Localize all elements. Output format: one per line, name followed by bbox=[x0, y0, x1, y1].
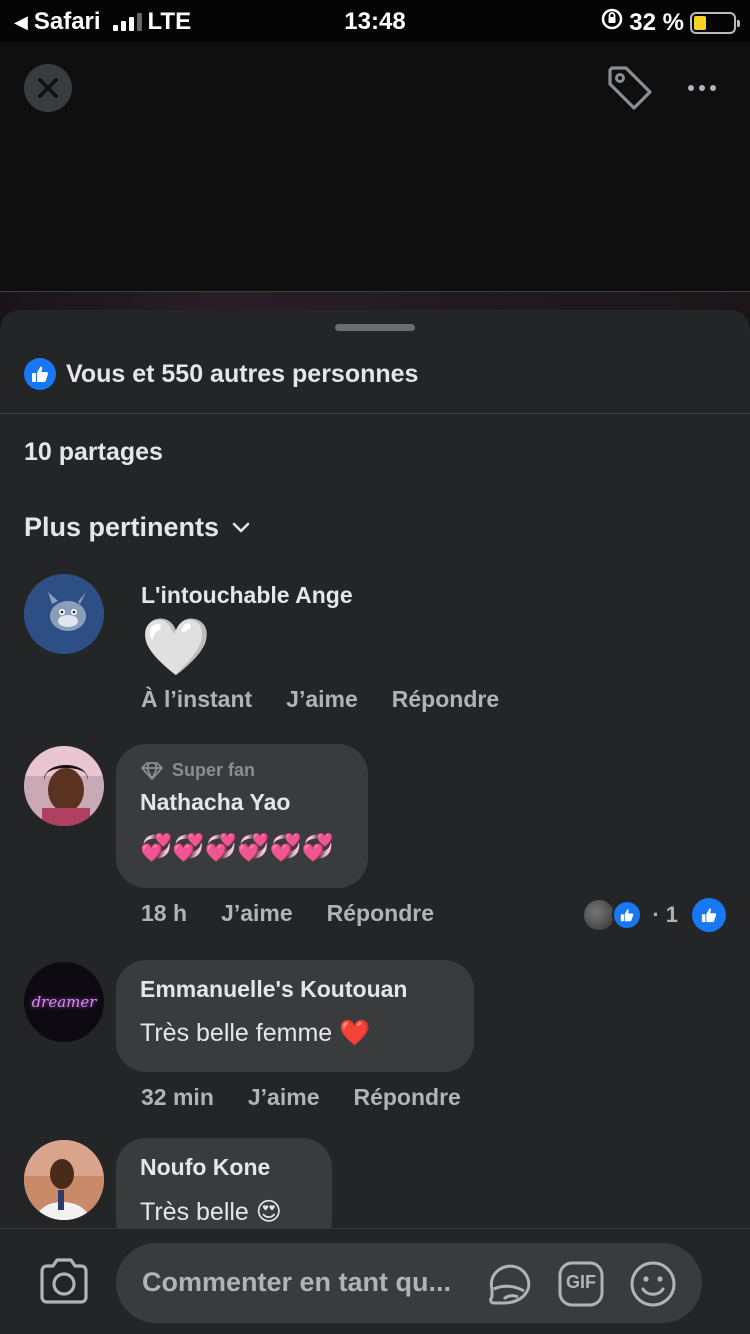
likes-text: Vous et 550 autres personnes bbox=[66, 359, 419, 388]
camera-button[interactable] bbox=[38, 1257, 90, 1305]
reactor-avatar bbox=[584, 900, 615, 930]
like-reaction-icon bbox=[24, 358, 56, 390]
comment-time: 32 min bbox=[141, 1084, 214, 1110]
battery-icon bbox=[690, 11, 740, 34]
status-bar: ◀ Safari LTE 13:48 32 % bbox=[0, 0, 750, 42]
reply-button[interactable]: Répondre bbox=[392, 686, 499, 713]
avatar[interactable] bbox=[24, 746, 104, 826]
avatar-sticker-button[interactable] bbox=[484, 1259, 534, 1309]
orientation-lock-icon bbox=[601, 8, 623, 37]
comment-text: 🤍 bbox=[141, 615, 211, 678]
comment-placeholder: Commenter en tant qu... bbox=[142, 1267, 452, 1297]
photo-viewer-header bbox=[0, 42, 750, 292]
comment-bubble[interactable]: Emmanuelle's Koutouan Très belle femme ❤… bbox=[116, 960, 474, 1072]
comment-time: 18 h bbox=[141, 900, 188, 926]
comment-actions: 18 h J’aime Répondre bbox=[141, 900, 434, 927]
like-button[interactable]: J’aime bbox=[286, 686, 358, 713]
drag-handle[interactable] bbox=[335, 324, 415, 331]
like-button[interactable]: J’aime bbox=[221, 900, 293, 927]
more-options-button[interactable] bbox=[680, 70, 724, 106]
badge-label: Super fan bbox=[172, 760, 256, 780]
reaction-count: · 1 bbox=[652, 902, 678, 927]
gif-button[interactable]: GIF bbox=[556, 1259, 606, 1309]
comment-author[interactable]: Emmanuelle's Koutouan bbox=[140, 976, 450, 1003]
status-right: 32 % bbox=[601, 8, 740, 37]
sort-selector[interactable]: Plus pertinents bbox=[24, 512, 251, 543]
comment-composer: Commenter en tant qu... GIF bbox=[0, 1228, 750, 1334]
close-button[interactable] bbox=[24, 64, 72, 112]
comment-text: Très belle femme ❤️ bbox=[140, 1019, 371, 1047]
like-button[interactable]: J’aime bbox=[248, 1084, 320, 1111]
dot-icon bbox=[710, 85, 716, 91]
emoji-button[interactable] bbox=[628, 1259, 678, 1309]
comment-time: À l’instant bbox=[141, 686, 253, 712]
comments-sheet: Vous et 550 autres personnes 10 partages… bbox=[0, 310, 750, 1334]
avatar[interactable] bbox=[24, 574, 104, 654]
comment-bubble[interactable]: Super fan Nathacha Yao 💞💞💞💞💞💞 bbox=[116, 744, 368, 888]
avatar-neon-text: dreamer bbox=[31, 993, 97, 1011]
comment-author[interactable]: Noufo Kone bbox=[140, 1154, 308, 1181]
chevron-down-icon bbox=[232, 522, 250, 532]
comment-input[interactable]: Commenter en tant qu... GIF bbox=[116, 1243, 702, 1323]
tag-button[interactable] bbox=[604, 62, 656, 114]
divider bbox=[0, 413, 750, 414]
comment-actions: À l’instant J’aime Répondre bbox=[141, 686, 499, 713]
tag-icon bbox=[608, 66, 652, 110]
dot-icon bbox=[688, 85, 694, 91]
like-reaction-icon bbox=[612, 900, 643, 930]
dot-icon bbox=[699, 85, 705, 91]
super-fan-badge: Super fan bbox=[140, 760, 344, 781]
diamond-icon bbox=[141, 761, 163, 780]
reply-button[interactable]: Répondre bbox=[353, 1084, 460, 1111]
reply-button[interactable]: Répondre bbox=[327, 900, 434, 927]
comment-author[interactable]: L'intouchable Ange bbox=[141, 582, 353, 609]
shares-count[interactable]: 10 partages bbox=[24, 438, 163, 467]
avatar[interactable] bbox=[24, 1140, 104, 1220]
comment-author[interactable]: Nathacha Yao bbox=[140, 789, 344, 816]
gif-label: GIF bbox=[566, 1272, 596, 1292]
comment-text: Très belle 😍 bbox=[140, 1198, 282, 1226]
sort-label: Plus pertinents bbox=[24, 512, 220, 542]
emoji-icon bbox=[630, 1261, 676, 1307]
comment-reactions[interactable]: · 1 bbox=[584, 898, 726, 932]
avatar[interactable]: dreamer bbox=[24, 962, 104, 1042]
sticker-icon bbox=[489, 1264, 531, 1305]
like-reaction-icon bbox=[692, 898, 726, 932]
comment-actions: 32 min J’aime Répondre bbox=[141, 1084, 461, 1111]
comment-text: 💞💞💞💞💞💞 bbox=[140, 832, 335, 862]
close-icon bbox=[38, 78, 58, 98]
battery-percent: 32 % bbox=[629, 8, 684, 36]
camera-icon bbox=[40, 1258, 88, 1304]
likes-summary[interactable]: Vous et 550 autres personnes bbox=[24, 358, 418, 390]
